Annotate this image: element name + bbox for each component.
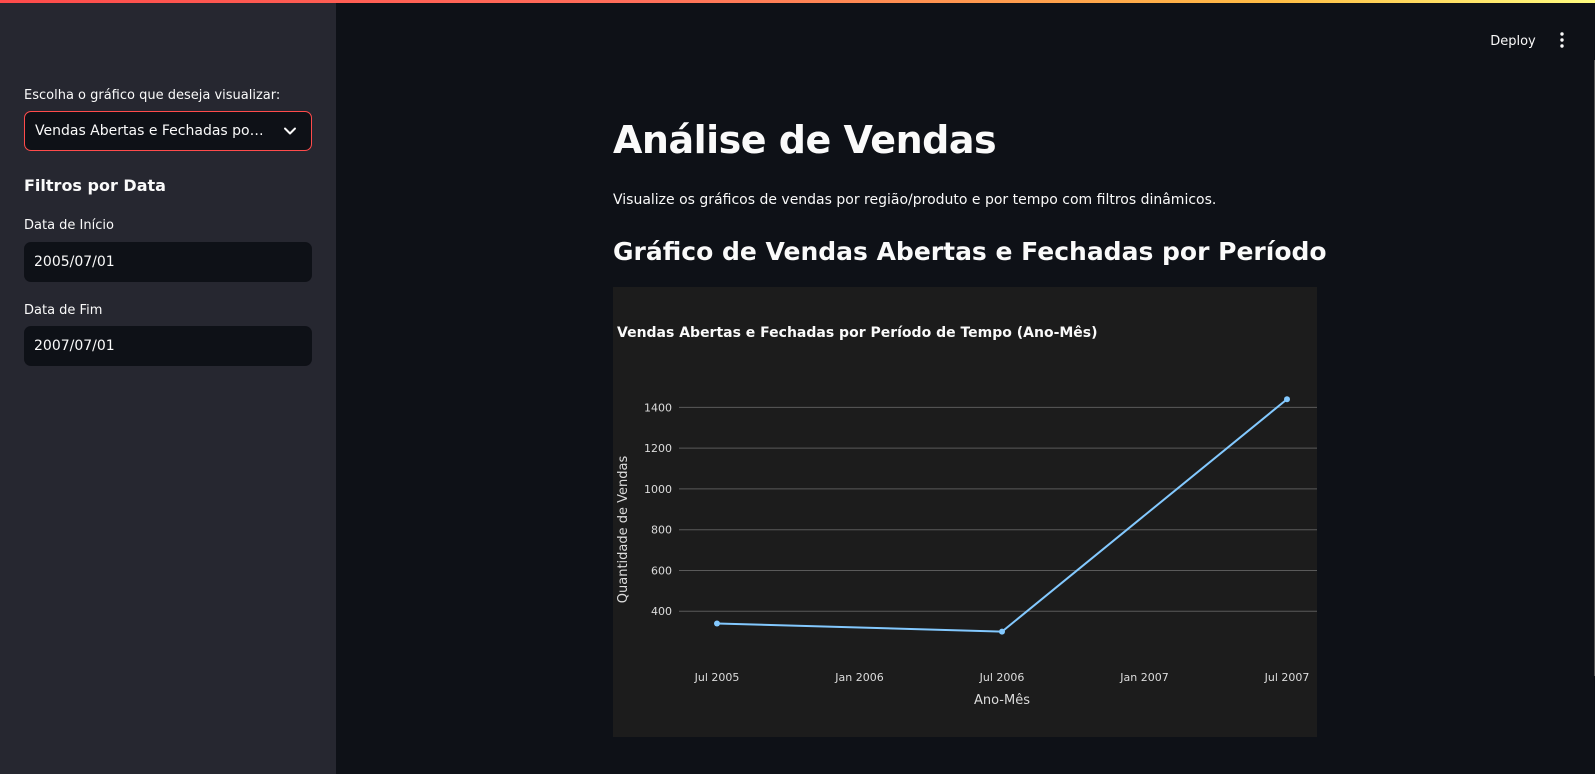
end-date-label: Data de Fim: [24, 303, 103, 318]
y-tick-label: 400: [651, 605, 672, 618]
page-title: Análise de Vendas: [613, 118, 997, 162]
data-point[interactable]: [999, 628, 1005, 635]
start-date-label: Data de Início: [24, 218, 114, 233]
chart-title: Vendas Abertas e Fechadas por Período de…: [617, 325, 1098, 341]
x-tick-label: Jul 2005: [694, 671, 740, 684]
page-subtitle: Visualize os gráficos de vendas por regi…: [613, 192, 1217, 208]
line-chart: Vendas Abertas e Fechadas por Período de…: [613, 287, 1317, 737]
filters-heading: Filtros por Data: [24, 176, 166, 195]
chart-select-dropdown[interactable]: Vendas Abertas e Fechadas por Período: [24, 111, 312, 151]
vertical-dots-icon[interactable]: [1554, 30, 1570, 50]
x-tick-label: Jul 2006: [979, 671, 1025, 684]
sidebar: Escolha o gráfico que deseja visualizar:…: [0, 0, 336, 774]
y-tick-label: 1000: [644, 483, 672, 496]
x-tick-label: Jul 2007: [1264, 671, 1310, 684]
y-tick-label: 800: [651, 524, 672, 537]
series-line: [716, 398, 1288, 633]
chart-select-value: Vendas Abertas e Fechadas por Período: [35, 123, 267, 139]
chevron-down-icon: [284, 127, 296, 135]
chart-select-label: Escolha o gráfico que deseja visualizar:: [24, 88, 281, 103]
y-tick-label: 600: [651, 564, 672, 577]
deploy-button[interactable]: Deploy: [1478, 30, 1548, 54]
y-axis-label: Quantidade de Vendas: [616, 456, 631, 604]
x-tick-label: Jan 2006: [834, 671, 883, 684]
chart-svg: Vendas Abertas e Fechadas por Período de…: [616, 325, 1317, 708]
section-title: Gráfico de Vendas Abertas e Fechadas por…: [613, 237, 1327, 266]
end-date-input[interactable]: 2007/07/01: [24, 326, 312, 366]
data-point[interactable]: [714, 620, 720, 627]
x-axis-label: Ano-Mês: [974, 693, 1030, 708]
data-point[interactable]: [1284, 396, 1290, 403]
start-date-input[interactable]: 2005/07/01: [24, 242, 312, 282]
y-tick-label: 1400: [644, 401, 672, 414]
y-tick-label: 1200: [644, 442, 672, 455]
top-decoration-bar: [0, 0, 1595, 3]
x-tick-label: Jan 2007: [1119, 671, 1168, 684]
